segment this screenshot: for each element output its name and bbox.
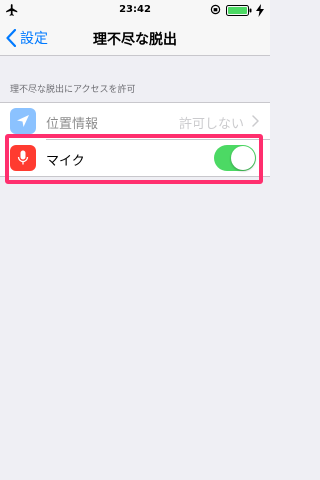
navigation-bar: 設定 理不尽な脱出 — [0, 20, 270, 56]
section-header: 理不尽な脱出にアクセスを許可 — [10, 85, 136, 95]
page-title: 理不尽な脱出 — [93, 32, 177, 48]
location-label: 位置情報 — [46, 117, 99, 132]
toggle-knob — [231, 146, 255, 170]
battery-icon — [226, 5, 252, 16]
microphone-app-icon — [10, 145, 36, 171]
location-arrow-icon — [17, 115, 29, 127]
microphone-label: マイク — [46, 154, 85, 169]
chevron-right-icon — [252, 115, 259, 127]
charging-icon — [256, 4, 264, 17]
location-app-icon — [10, 108, 36, 134]
microphone-icon — [17, 150, 29, 165]
microphone-toggle[interactable] — [214, 145, 256, 171]
location-row[interactable]: 位置情報 許可しない — [0, 103, 270, 139]
microphone-row: マイク — [0, 140, 270, 176]
status-bar: 23:42 — [0, 0, 270, 20]
rotation-lock-icon — [210, 4, 221, 15]
location-value: 許可しない — [178, 117, 244, 132]
settings-group: 位置情報 許可しない マイク — [0, 102, 270, 177]
